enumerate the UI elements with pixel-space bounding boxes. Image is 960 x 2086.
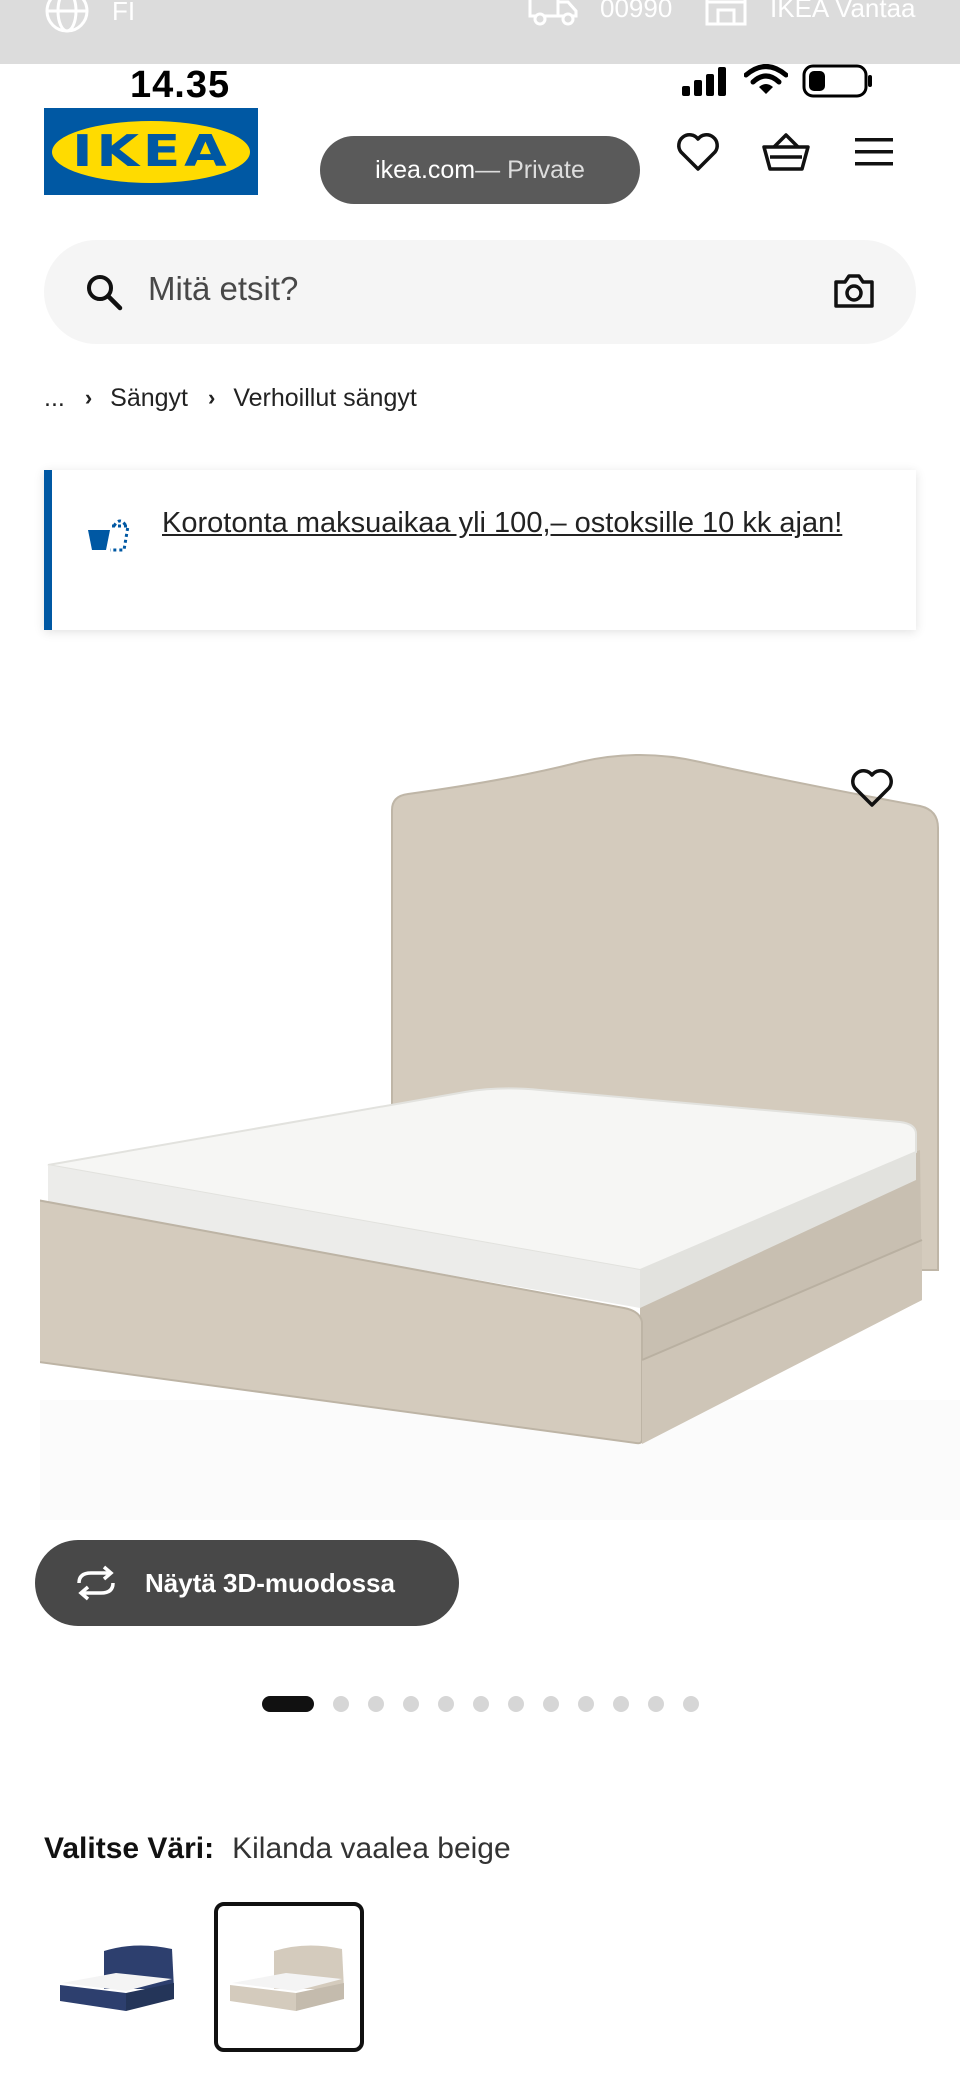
browser-url-pill[interactable]: ikea.com — Private [320, 136, 640, 204]
battery-icon [802, 64, 874, 103]
delivery-truck-icon [528, 0, 580, 28]
view-3d-label: Näytä 3D-muodossa [145, 1567, 395, 1598]
blue-bed-thumbnail [60, 1945, 174, 2011]
payment-promo-banner: Korotonta maksuaikaa yli 100,– ostoksill… [44, 470, 916, 630]
wifi-icon [743, 64, 789, 101]
delivery-postal-code[interactable]: 00990 [528, 0, 672, 28]
breadcrumb: ... › Sängyt › Verhoillut sängyt [44, 378, 417, 418]
carousel-dot[interactable] [543, 1696, 559, 1712]
store-name: IKEA Vantaa [770, 0, 916, 23]
breadcrumb-ellipsis[interactable]: ... [44, 384, 65, 413]
carousel-dot[interactable] [438, 1696, 454, 1712]
search-icon [84, 272, 124, 317]
search-bar[interactable]: Mitä etsit? [44, 240, 916, 344]
logo-oval: IKEA [52, 120, 250, 183]
globe-icon [44, 0, 90, 34]
cart-button[interactable] [758, 126, 814, 182]
selected-color-value: Kilanda vaalea beige [232, 1832, 511, 1865]
url-private-label: — Private [475, 155, 585, 184]
carousel-dot[interactable] [368, 1696, 384, 1712]
payment-shopping-icon [84, 516, 132, 561]
language-label: FI [112, 0, 136, 26]
carousel-dot[interactable] [473, 1696, 489, 1712]
location-strip: FI 00990 IKEA Vantaa [0, 0, 960, 64]
basket-icon [761, 131, 811, 178]
store-icon [704, 0, 748, 28]
save-favourite-button[interactable] [850, 768, 894, 813]
hamburger-icon [853, 136, 895, 173]
url-domain: ikea.com [375, 155, 476, 184]
beige-bed-thumbnail [230, 1945, 344, 2011]
product-image[interactable] [16, 660, 960, 1520]
breadcrumb-item[interactable]: Sängyt [110, 384, 188, 413]
signal-icon [680, 66, 730, 101]
carousel-dot[interactable] [648, 1696, 664, 1712]
carousel-dot[interactable] [683, 1696, 699, 1712]
carousel-dot[interactable] [403, 1696, 419, 1712]
carousel-dot[interactable] [613, 1696, 629, 1712]
carousel-dot[interactable] [508, 1696, 524, 1712]
breadcrumb-item[interactable]: Verhoillut sängyt [233, 384, 416, 413]
color-swatch-dark-blue[interactable] [44, 1902, 194, 2052]
image-carousel-dots [262, 1696, 718, 1712]
wishlist-button[interactable] [670, 126, 726, 182]
menu-button[interactable] [846, 126, 902, 182]
view-3d-button[interactable]: Näytä 3D-muodossa [35, 1540, 459, 1626]
carousel-dot[interactable] [333, 1696, 349, 1712]
ikea-logo[interactable]: IKEA [44, 108, 258, 195]
carousel-dot[interactable] [262, 1696, 314, 1712]
store-selector[interactable]: IKEA Vantaa [704, 0, 916, 28]
chevron-right-icon: › [84, 385, 93, 410]
carousel-dot[interactable] [578, 1696, 594, 1712]
logo-text: IKEA [71, 126, 231, 177]
search-input[interactable]: Mitä etsit? [148, 270, 298, 308]
bed-illustration [16, 754, 960, 1520]
heart-icon [850, 769, 894, 812]
language-selector[interactable]: FI [44, 0, 135, 34]
camera-search-icon[interactable] [832, 272, 876, 315]
color-selector-heading: Valitse Väri: Kilanda vaalea beige [44, 1832, 511, 1866]
chevron-right-icon: › [208, 385, 216, 410]
status-time: 14.35 [130, 64, 231, 106]
heart-icon [676, 132, 720, 177]
promo-link[interactable]: Korotonta maksuaikaa yli 100,– ostoksill… [162, 500, 882, 547]
color-swatch-light-beige[interactable] [214, 1902, 364, 2052]
color-label: Valitse Väri: [44, 1832, 215, 1865]
postal-code: 00990 [600, 0, 673, 23]
rotate-3d-icon [73, 1565, 119, 1601]
status-bar: 14.35 [0, 64, 960, 114]
